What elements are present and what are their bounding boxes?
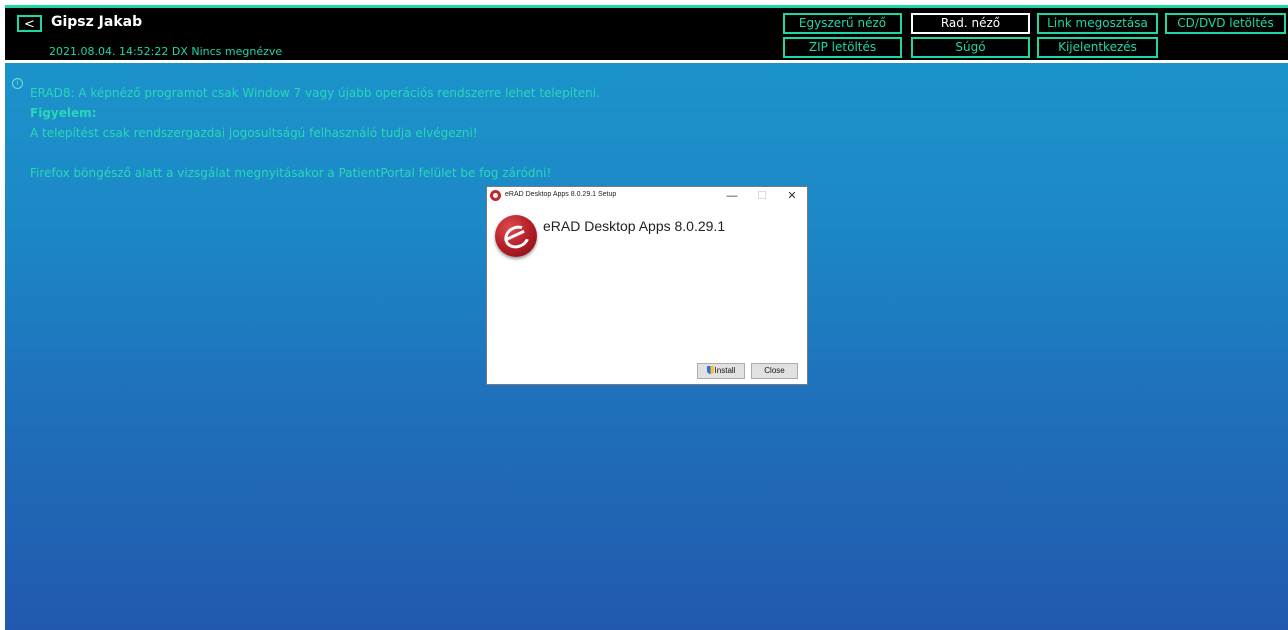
- dialog-heading: eRAD Desktop Apps 8.0.29.1: [543, 218, 726, 234]
- install-button[interactable]: Install: [697, 363, 745, 379]
- minimize-button[interactable]: —: [725, 189, 739, 203]
- dialog-titlebar[interactable]: eRAD Desktop Apps 8.0.29.1 Setup — ☐ ✕: [487, 187, 807, 205]
- header-divider: [5, 60, 1288, 63]
- uac-shield-icon: [706, 366, 714, 374]
- rad-viewer-button[interactable]: Rad. néző: [911, 13, 1030, 34]
- simple-viewer-button[interactable]: Egyszerű néző: [783, 13, 902, 34]
- notice-line-4: Firefox böngésző alatt a vizsgálat megny…: [30, 166, 552, 180]
- study-info: 2021.08.04. 14:52:22 DX Nincs megnézve: [49, 45, 283, 58]
- notice-line-1: ERAD8: A képnéző programot csak Window 7…: [30, 86, 600, 100]
- zip-download-button[interactable]: ZIP letöltés: [783, 37, 902, 58]
- install-label: Install: [714, 366, 736, 375]
- dialog-title: eRAD Desktop Apps 8.0.29.1 Setup: [505, 191, 617, 198]
- share-link-button[interactable]: Link megosztása: [1037, 13, 1158, 34]
- close-button[interactable]: Close: [751, 363, 798, 379]
- back-button[interactable]: <: [17, 15, 42, 32]
- setup-dialog: eRAD Desktop Apps 8.0.29.1 Setup — ☐ ✕ e…: [486, 186, 808, 385]
- notice-line-3: A telepítést csak rendszergazdai jogosul…: [30, 126, 478, 140]
- patient-name: Gipsz Jakab: [51, 14, 143, 30]
- close-window-button[interactable]: ✕: [785, 189, 799, 203]
- help-button[interactable]: Súgó: [911, 37, 1030, 58]
- cd-dvd-download-button[interactable]: CD/DVD letöltés: [1165, 13, 1286, 34]
- erad-logo-icon: [495, 215, 537, 257]
- logout-button[interactable]: Kijelentkezés: [1037, 37, 1158, 58]
- notice-warning-label: Figyelem:: [30, 106, 97, 120]
- header-bar: < Gipsz Jakab 2021.08.04. 14:52:22 DX Ni…: [5, 8, 1288, 60]
- erad-app-icon: [490, 190, 501, 201]
- maximize-button: ☐: [757, 190, 767, 202]
- info-icon: i: [12, 78, 23, 89]
